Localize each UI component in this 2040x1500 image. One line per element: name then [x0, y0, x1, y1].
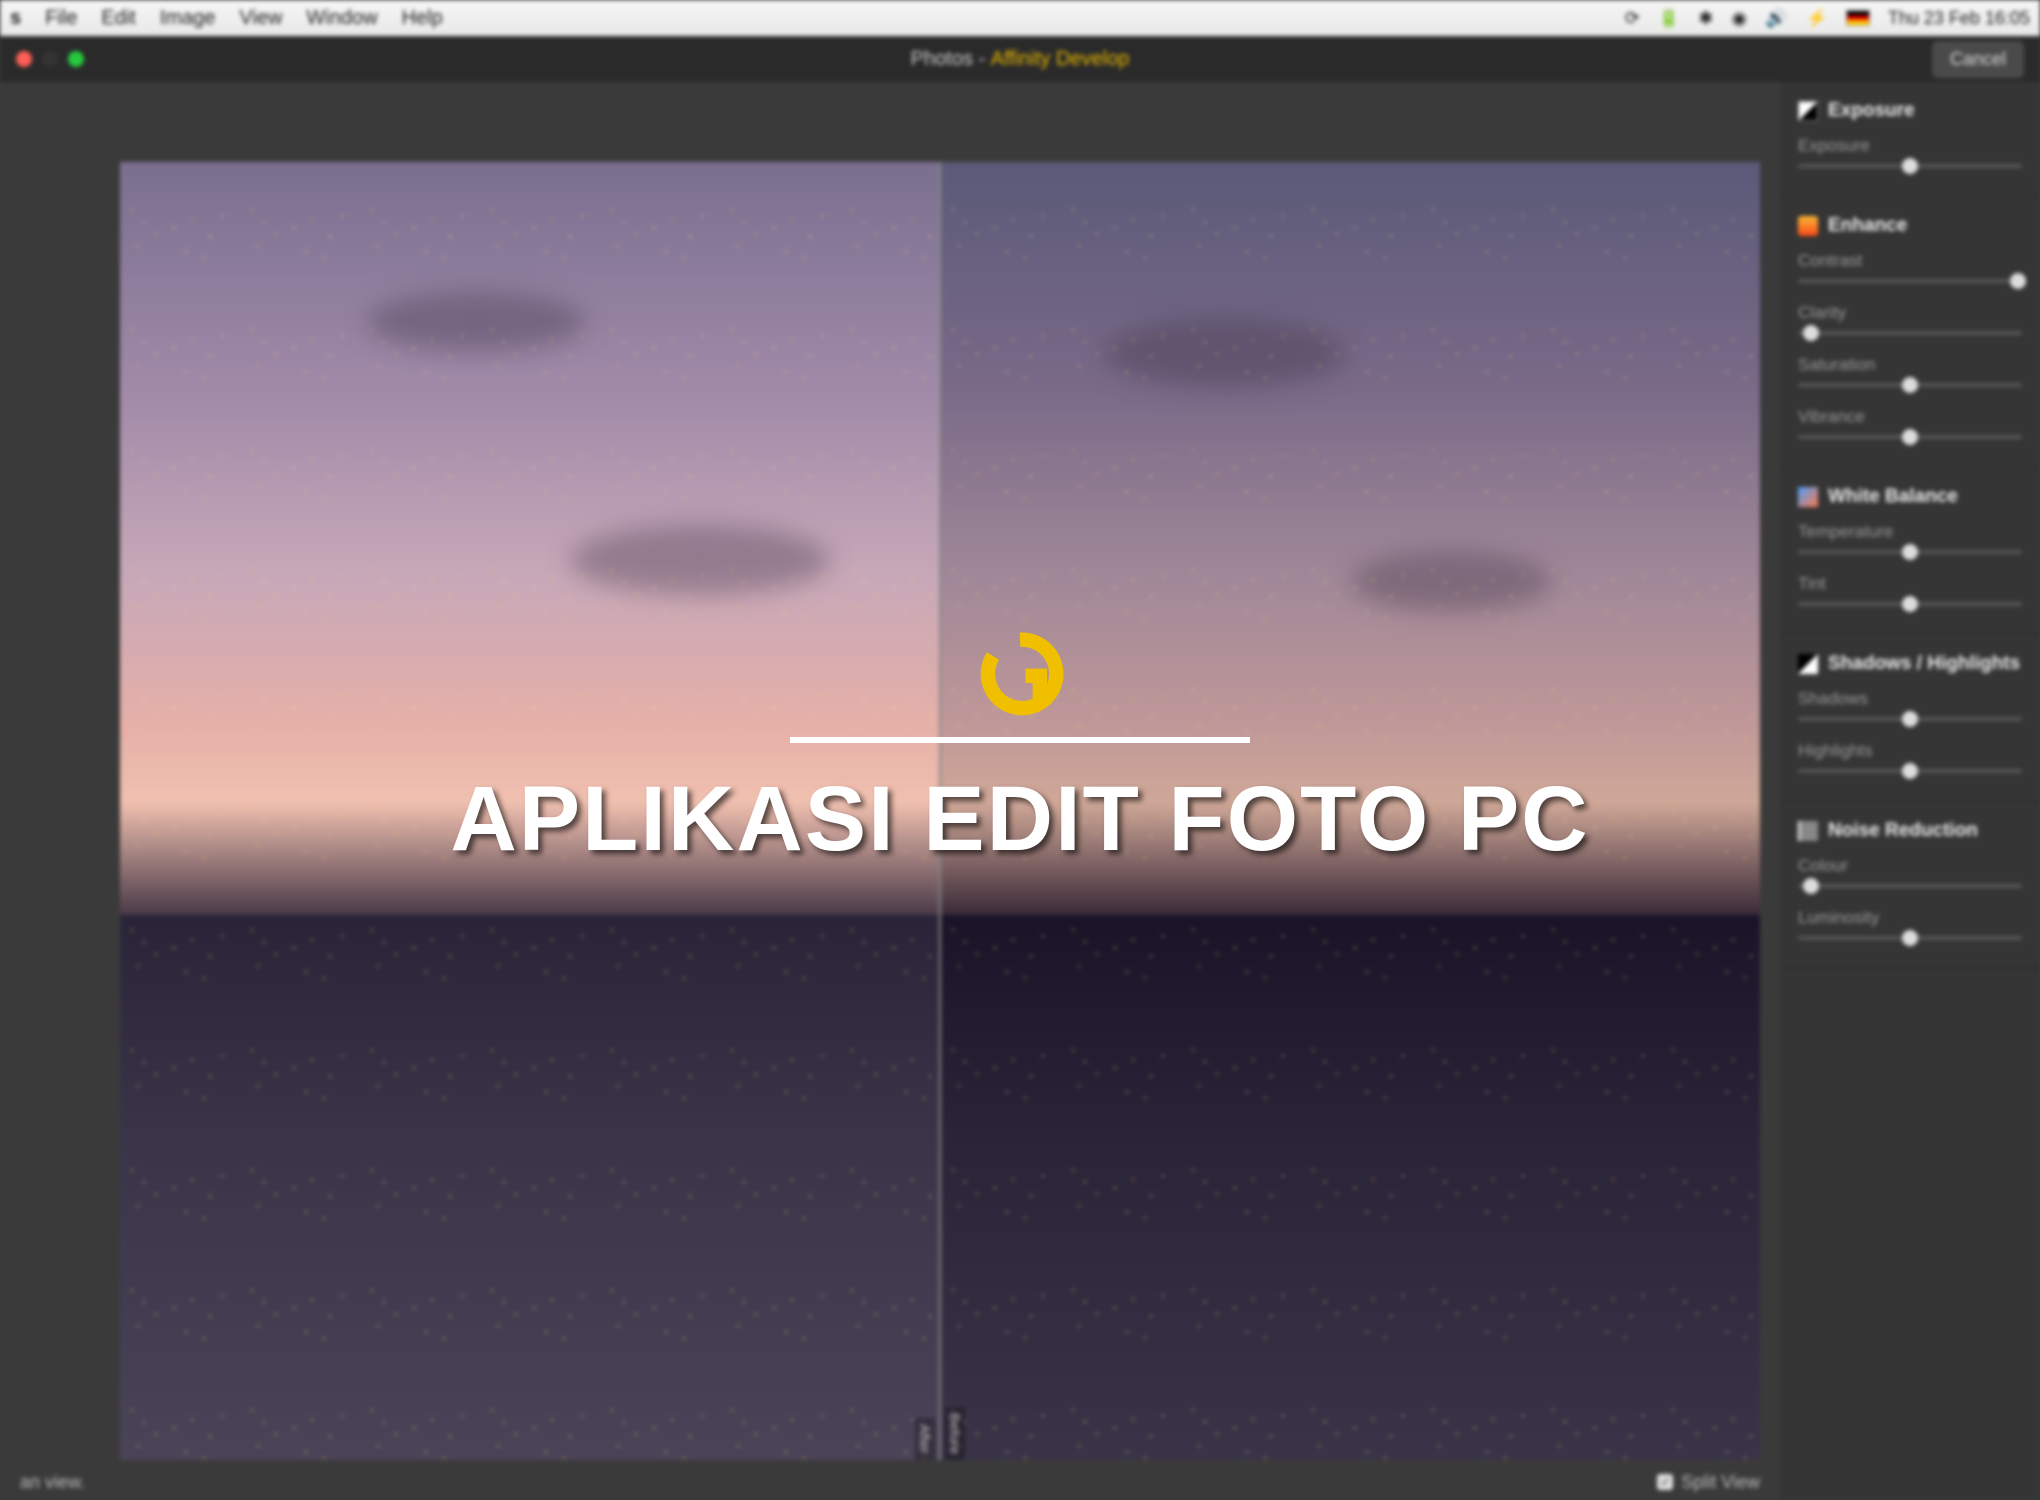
- param-label: Exposure: [1798, 136, 2022, 156]
- param-tint: Tint: [1798, 574, 2022, 606]
- menu-image[interactable]: Image: [160, 7, 216, 30]
- noise-reduction-icon: [1798, 821, 1818, 841]
- status-bar: an view. ✓ Split View: [0, 1464, 1780, 1500]
- slider-thumb[interactable]: [1803, 325, 1819, 341]
- white-balance-icon: [1798, 487, 1818, 507]
- slider[interactable]: [1798, 435, 2022, 439]
- section-header[interactable]: Enhance: [1798, 215, 2022, 237]
- param-label: Clarity: [1798, 303, 2022, 323]
- menu-file[interactable]: File: [45, 7, 77, 30]
- power-icon[interactable]: ⚡: [1805, 8, 1827, 29]
- section-title: Enhance: [1828, 215, 1907, 237]
- section-header[interactable]: Shadows / Highlights: [1798, 653, 2022, 675]
- slider-thumb[interactable]: [1902, 377, 1918, 393]
- section-header[interactable]: Noise Reduction: [1798, 820, 2022, 842]
- after-label: After: [915, 1418, 935, 1460]
- preview-after: After: [120, 162, 939, 1460]
- slider-thumb[interactable]: [1902, 596, 1918, 612]
- cloud-sync-icon[interactable]: ⟳: [1625, 8, 1640, 29]
- exposure-icon: [1798, 101, 1818, 121]
- param-label: Contrast: [1798, 251, 2022, 271]
- canvas-area: After Before an view. ✓ Split View: [0, 82, 1780, 1500]
- bluetooth-icon[interactable]: ✱: [1698, 8, 1713, 29]
- panel-section-shadows-highlights: Shadows / Highlights Shadows Highlights: [1780, 635, 2040, 802]
- battery-icon[interactable]: 🔋: [1658, 8, 1680, 29]
- param-label: Highlights: [1798, 741, 2022, 761]
- panel-section-exposure: Exposure Exposure: [1780, 82, 2040, 197]
- slider[interactable]: [1798, 936, 2022, 940]
- param-label: Shadows: [1798, 689, 2022, 709]
- window-close-button[interactable]: [16, 51, 32, 67]
- window-title: Photos - Affinity Develop: [911, 48, 1130, 71]
- menu-view[interactable]: View: [239, 7, 282, 30]
- section-title: Noise Reduction: [1828, 820, 1978, 842]
- param-saturation: Saturation: [1798, 355, 2022, 387]
- param-shadows: Shadows: [1798, 689, 2022, 721]
- shadows-highlights-icon: [1798, 654, 1818, 674]
- param-luminosity: Luminosity: [1798, 908, 2022, 940]
- section-header[interactable]: Exposure: [1798, 100, 2022, 122]
- window-titlebar: Photos - Affinity Develop Cancel: [0, 36, 2040, 82]
- panel-section-enhance: Enhance Contrast Clarity Saturation Vibrance: [1780, 197, 2040, 468]
- split-preview[interactable]: After Before: [120, 162, 1760, 1460]
- enhance-icon: [1798, 216, 1818, 236]
- section-title: White Balance: [1828, 486, 1958, 508]
- slider-thumb[interactable]: [1902, 158, 1918, 174]
- preview-before: Before: [941, 162, 1760, 1460]
- window-minimize-button[interactable]: [42, 51, 58, 67]
- slider-thumb[interactable]: [1902, 544, 1918, 560]
- slider[interactable]: [1798, 602, 2022, 606]
- param-contrast: Contrast: [1798, 251, 2022, 283]
- section-title: Exposure: [1828, 100, 1915, 122]
- menu-window[interactable]: Window: [306, 7, 377, 30]
- slider-thumb[interactable]: [1902, 429, 1918, 445]
- param-label: Saturation: [1798, 355, 2022, 375]
- slider-thumb[interactable]: [1902, 763, 1918, 779]
- param-label: Temperature: [1798, 522, 2022, 542]
- slider-thumb[interactable]: [1803, 878, 1819, 894]
- slider-thumb[interactable]: [1902, 711, 1918, 727]
- slider[interactable]: [1798, 383, 2022, 387]
- slider-thumb[interactable]: [1902, 930, 1918, 946]
- volume-icon[interactable]: 🔊: [1765, 8, 1787, 29]
- param-vibrance: Vibrance: [1798, 407, 2022, 439]
- param-label: Tint: [1798, 574, 2022, 594]
- panel-section-noise-reduction: Noise Reduction Colour Luminosity: [1780, 802, 2040, 969]
- wifi-icon[interactable]: ◉: [1731, 8, 1747, 29]
- cancel-button[interactable]: Cancel: [1932, 41, 2024, 78]
- param-label: Luminosity: [1798, 908, 2022, 928]
- slider[interactable]: [1798, 279, 2022, 283]
- slider[interactable]: [1798, 884, 2022, 888]
- split-view-toggle[interactable]: ✓ Split View: [1657, 1472, 1760, 1493]
- before-label: Before: [945, 1407, 965, 1460]
- menu-help[interactable]: Help: [402, 7, 443, 30]
- param-exposure: Exposure: [1798, 136, 2022, 168]
- window-maximize-button[interactable]: [68, 51, 84, 67]
- slider[interactable]: [1798, 164, 2022, 168]
- param-temperature: Temperature: [1798, 522, 2022, 554]
- param-clarity: Clarity: [1798, 303, 2022, 335]
- menu-edit[interactable]: Edit: [101, 7, 135, 30]
- section-title: Shadows / Highlights: [1828, 653, 2020, 675]
- slider[interactable]: [1798, 717, 2022, 721]
- param-highlights: Highlights: [1798, 741, 2022, 773]
- slider[interactable]: [1798, 550, 2022, 554]
- param-label: Colour: [1798, 856, 2022, 876]
- slider-thumb[interactable]: [2010, 273, 2026, 289]
- input-language-flag[interactable]: [1846, 10, 1870, 26]
- slider[interactable]: [1798, 769, 2022, 773]
- status-text: an view.: [20, 1472, 85, 1493]
- slider[interactable]: [1798, 331, 2022, 335]
- mac-menubar: sFileEditImageViewWindowHelp ⟳ 🔋 ✱ ◉ 🔊 ⚡…: [0, 0, 2040, 36]
- develop-panel: Exposure Exposure Enhance Contrast Clarity Sa…: [1780, 82, 2040, 1500]
- panel-section-white-balance: White Balance Temperature Tint: [1780, 468, 2040, 635]
- param-label: Vibrance: [1798, 407, 2022, 427]
- section-header[interactable]: White Balance: [1798, 486, 2022, 508]
- menubar-clock: Thu 23 Feb 16:05: [1888, 8, 2030, 29]
- checkbox-icon: ✓: [1657, 1474, 1673, 1490]
- param-colour: Colour: [1798, 856, 2022, 888]
